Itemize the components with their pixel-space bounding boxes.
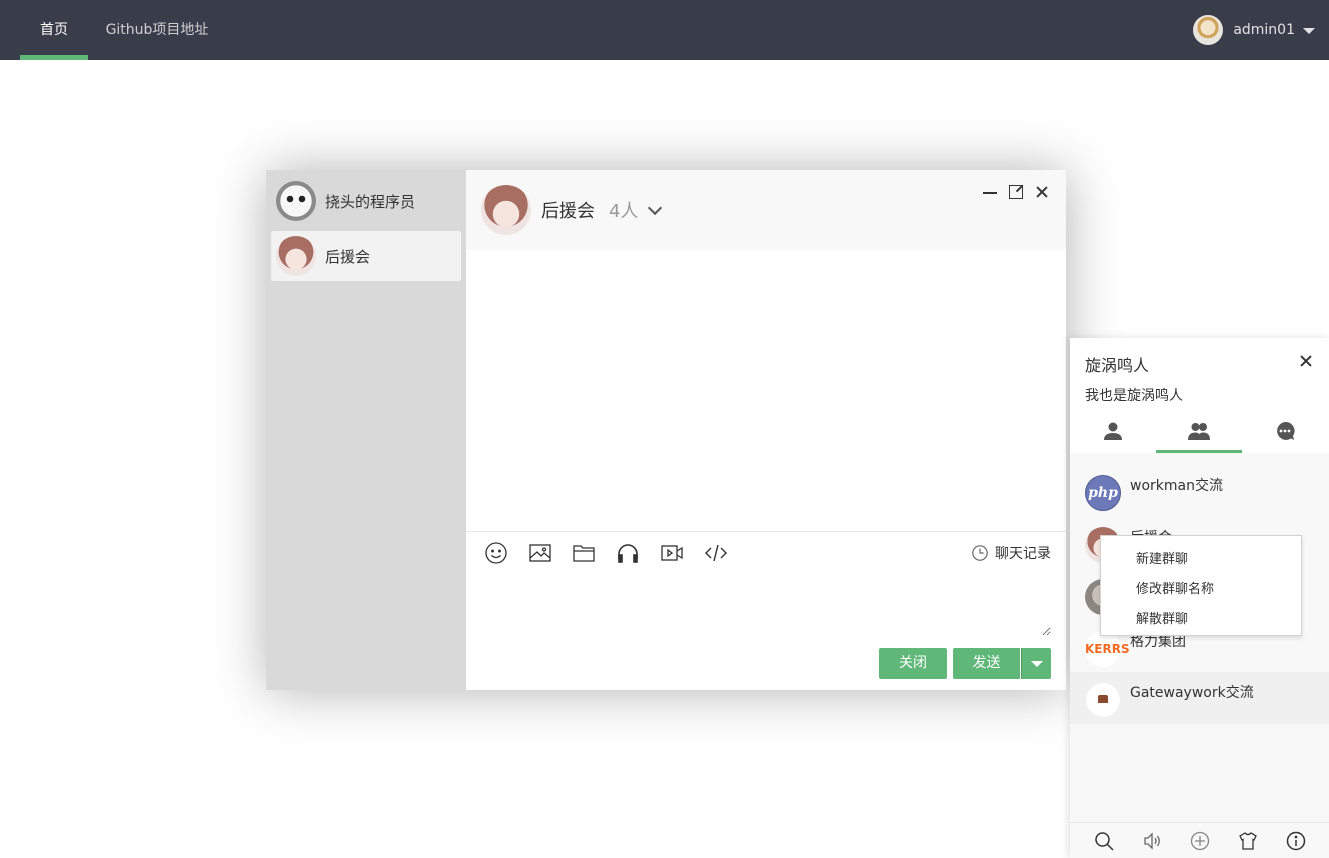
tab-friends[interactable] [1070,416,1156,453]
avatar [276,181,316,221]
panel-bottom-toolbar [1070,822,1329,858]
group-name: Gatewaywork交流 [1130,685,1254,701]
tab-groups[interactable] [1156,416,1242,453]
emoji-icon[interactable] [484,541,508,565]
minimize-icon[interactable] [982,184,998,200]
user-avatar [1193,15,1224,45]
chat-list-item-name: 挠头的程序员 [325,192,416,211]
group-name: workman交流 [1130,478,1223,494]
chat-title: 后援会 [541,201,595,222]
add-icon[interactable] [1190,831,1210,851]
menu-item-new-group[interactable]: 新建群聊 [1136,548,1188,567]
list-item[interactable]: php workman交流 [1070,465,1329,517]
avatar: KERRS [1085,631,1130,667]
chevron-down-icon[interactable] [648,200,663,215]
close-button[interactable]: 关闭 [879,648,947,679]
video-icon[interactable] [660,541,684,565]
menu-item-dissolve-group[interactable]: 解散群聊 [1136,608,1188,627]
chat-main: 后援会 4人 聊天记录 关闭 发送 [466,170,1066,690]
send-button[interactable]: 发送 [953,648,1020,679]
chat-window: 挠头的程序员 后援会 后援会 4人 聊天记录 关闭 发送 [266,170,1066,690]
skin-icon[interactable] [1238,831,1258,851]
sound-icon[interactable] [1142,831,1162,851]
user-menu[interactable]: admin01 [1193,0,1315,60]
chat-list-item-name: 后援会 [325,247,371,266]
group-avatar[interactable] [481,185,531,235]
panel-header: 旋涡鸣人 我也是旋涡鸣人 [1070,338,1329,453]
friend-icon [1104,422,1122,440]
menu-item-rename-group[interactable]: 修改群聊名称 [1136,578,1214,597]
maximize-icon[interactable] [1008,184,1024,200]
chat-header: 后援会 4人 [466,170,1066,250]
top-nav: 首页 Github项目地址 admin01 [0,0,1329,60]
history-label: 聊天记录 [995,546,1051,562]
avatar [1085,682,1121,718]
search-icon[interactable] [1094,831,1114,851]
chat-history-link[interactable]: 聊天记录 [971,543,1051,563]
folder-icon[interactable] [572,541,596,565]
chat-list: 挠头的程序员 后援会 [266,170,466,690]
context-menu: 新建群聊 修改群聊名称 解散群聊 [1100,535,1302,636]
about-icon[interactable] [1286,831,1306,851]
avatar [276,236,316,276]
nav-home-link[interactable]: 首页 [20,0,88,60]
code-icon[interactable] [704,541,728,565]
clock-icon [972,545,988,561]
chat-list-item[interactable]: 挠头的程序员 [271,176,461,226]
member-count[interactable]: 4人 [609,197,638,223]
message-area [466,250,1066,532]
audio-icon[interactable] [616,541,640,565]
send-options-button[interactable] [1021,648,1051,679]
username-label: admin01 [1233,22,1295,38]
tab-messages[interactable] [1242,416,1328,453]
chat-list-item-active[interactable]: 后援会 [271,231,461,281]
caret-down-icon [1303,28,1315,34]
avatar: php [1085,475,1121,511]
panel-username: 旋涡鸣人 [1085,356,1150,375]
message-icon [1277,421,1295,440]
message-input[interactable] [481,576,1051,636]
nav-github-link[interactable]: Github项目地址 [98,0,216,60]
list-item[interactable]: Gatewaywork交流 [1070,672,1329,724]
image-icon[interactable] [528,541,552,565]
panel-signature[interactable]: 我也是旋涡鸣人 [1085,385,1183,405]
chat-toolbar: 聊天记录 [466,533,1066,573]
close-icon[interactable] [1034,184,1050,200]
group-icon [1188,423,1210,440]
close-icon[interactable] [1298,353,1314,369]
